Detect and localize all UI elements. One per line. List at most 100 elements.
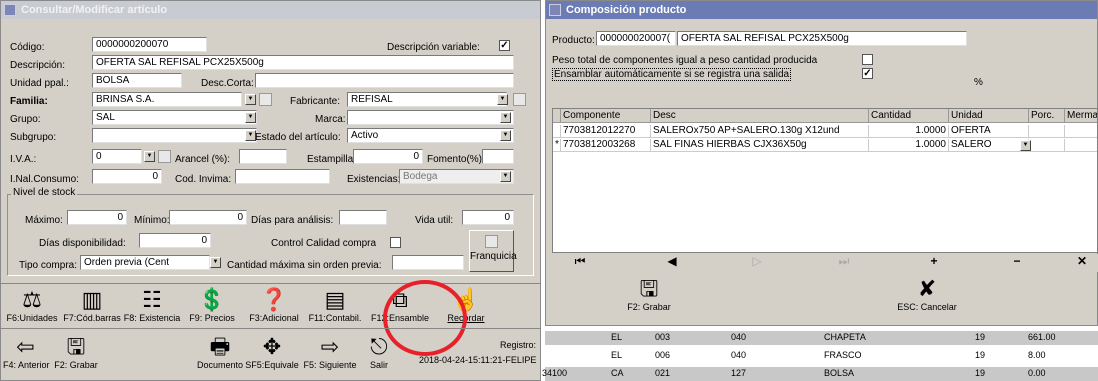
table-cell: 003 [655,332,671,342]
maximo-field[interactable]: 0 [67,210,127,225]
inal-field[interactable]: 0 [92,169,162,184]
dias-disponibilidad-field[interactable]: 0 [139,233,211,248]
peso-checkbox[interactable] [862,54,873,65]
grabar-button[interactable]: 🖫 F2: Grabar [51,334,101,370]
control-calidad-checkbox[interactable] [390,237,401,248]
fomento-field[interactable] [482,149,514,164]
descripcion-field[interactable]: OFERTA SAL REFISAL PCX25X500g [92,55,514,70]
existencias-field[interactable]: Bodega [399,169,514,184]
invima-field[interactable] [235,169,330,184]
invima-label: Cod. Invima: [175,174,232,185]
cant-max-field[interactable] [392,255,464,270]
existencia-button[interactable]: ☷ F8: Existencia [123,287,181,323]
col-porc[interactable]: Porc. [1029,109,1065,123]
minimo-label: Mínimo: [134,215,170,226]
subgrupo-field[interactable] [92,128,257,143]
vida-util-label: Vida util: [415,215,454,226]
familia-lookup-button[interactable] [259,93,272,106]
table-cell[interactable]: 7703812003268 [561,139,651,152]
nav-add-icon[interactable]: + [924,254,944,268]
nav-cancel-icon[interactable]: ✕ [1072,254,1092,268]
marca-dropdown[interactable]: ▼ [500,112,511,123]
anterior-button[interactable]: ⇦ F4: Anterior [3,334,50,370]
nav-delete-icon[interactable]: − [1007,254,1027,268]
codbarras-label: F7:Cód.barras [63,313,121,323]
dias-analisis-field[interactable] [339,210,387,225]
iva-field[interactable]: 0 [92,149,142,164]
fomento-value-field[interactable]: 0 [353,149,423,164]
franquicia-label: Franquicia [470,251,517,262]
vida-util-field[interactable]: 0 [462,210,514,225]
col-desc[interactable]: Desc [651,109,869,123]
familia-dropdown[interactable]: ▼ [245,94,256,105]
grabar-composicion-button[interactable]: 🖫 F2: Grabar [604,276,694,312]
iva-lookup-button[interactable] [158,150,171,163]
tipo-compra-dropdown[interactable]: ▼ [210,257,221,268]
col-merma[interactable]: Merma [1065,109,1097,123]
estado-field[interactable]: Activo [347,128,514,143]
unidades-button[interactable]: ⚖ F6:Unidades [3,287,61,323]
table-cell[interactable] [1029,139,1065,152]
col-unidad[interactable]: Unidad [949,109,1029,123]
table-cell[interactable]: OFERTA [949,125,1029,138]
iva-dropdown[interactable]: ▼ [144,151,155,162]
col-cantidad[interactable]: Cantidad [869,109,949,123]
desc-corta-field[interactable] [255,73,514,88]
franquicia-button[interactable]: Franquicia [469,230,517,272]
franquicia-icon [485,235,498,248]
componentes-grid: Componente Desc Cantidad Unidad Porc. Me… [552,108,1098,253]
marca-field[interactable] [347,110,514,125]
table-cell[interactable] [1065,139,1097,152]
nav-first-icon[interactable]: ⏮ [570,254,590,269]
codbarras-button[interactable]: ▥ F7:Cód.barras [63,287,121,323]
table-cell[interactable]: SALEROx750 AP+SALERO.130g X12und [651,125,869,138]
equivale-button[interactable]: ✥ SF5:Equivale [245,334,299,370]
unidad-field[interactable]: BOLSA [92,73,182,88]
grupo-dropdown[interactable]: ▼ [245,112,256,123]
table-cell[interactable]: 1.0000 [869,125,949,138]
fabricante-field[interactable]: REFISAL [347,92,507,107]
composicion-title: Composición producto [566,4,687,16]
grupo-field[interactable]: SAL [92,110,257,125]
table-cell: CHAPETA [824,332,866,342]
table-cell: FRASCO [824,350,862,360]
codigo-field[interactable]: 0000000200070 [92,37,207,52]
table-cell[interactable] [1029,125,1065,138]
producto-desc-field[interactable]: OFERTA SAL REFISAL PCX25X500g [677,31,967,46]
documento-label: Documento [196,360,244,370]
save-icon: 🖫 [639,276,659,301]
existencias-dropdown[interactable]: ▼ [500,171,511,182]
nav-next-icon[interactable]: ▷ [747,254,767,268]
contabil-button[interactable]: ▤ F11:Contabil. [305,287,365,323]
table-cell: EL [611,332,623,342]
codigo-label: Código: [10,42,45,53]
desc-variable-checkbox[interactable]: ✓ [499,40,510,51]
col-componente[interactable]: Componente [561,109,651,123]
adicional-button[interactable]: ❓ F3:Adicional [245,287,303,323]
fabricante-lookup-button[interactable] [513,93,526,106]
table-cell: 040 [731,332,747,342]
table-cell[interactable]: 7703812012270 [561,125,651,138]
salir-button[interactable]: ⎋ Salir [361,334,397,370]
fabricante-dropdown[interactable]: ▼ [497,94,508,105]
table-cell[interactable]: SAL FINAS HIERBAS CJX36X50g [651,139,869,152]
producto-code-field[interactable]: 000000020007( [596,31,676,46]
nav-prior-icon[interactable]: ◀ [662,254,682,268]
tipo-compra-field[interactable]: Orden previa (Cent [80,255,210,270]
table-cell[interactable]: 1.0000 [869,139,949,152]
nav-last-icon[interactable]: ⏭ [834,254,854,269]
documento-button[interactable]: 🖶 Documento [195,334,245,370]
cancelar-button[interactable]: ✘ ESC: Cancelar [882,276,972,312]
minimo-field[interactable]: 0 [169,210,247,225]
familia-field[interactable]: BRINSA S.A. [92,92,242,107]
table-cell: 19 [975,368,986,378]
precios-button[interactable]: 💲 F9: Precios [183,287,241,323]
table-cell[interactable]: SALERO [949,139,1029,152]
estado-dropdown[interactable]: ▼ [500,130,511,141]
adicional-label: F3:Adicional [249,313,299,323]
ensamblar-checkbox[interactable]: ✓ [862,68,873,79]
arancel-field[interactable] [239,149,287,164]
siguiente-button[interactable]: ⇨ F5: Siguiente [301,334,359,370]
window-icon [4,4,16,16]
table-cell[interactable] [1065,125,1097,138]
